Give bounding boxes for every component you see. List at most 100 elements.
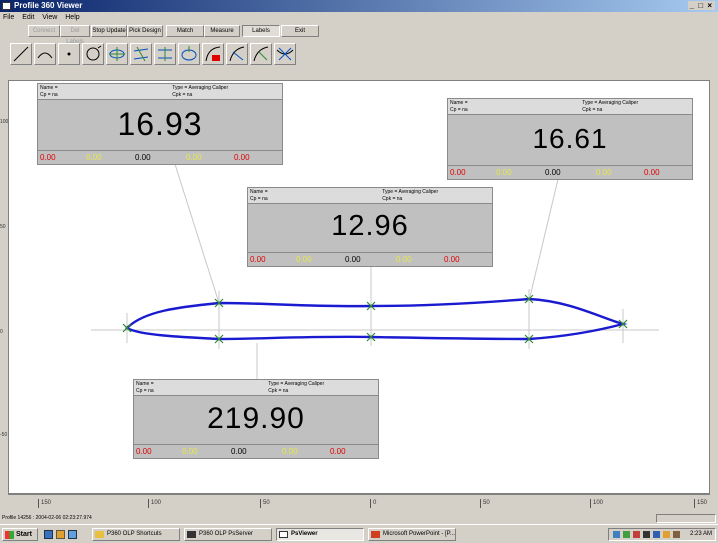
x-tick-label: 150 xyxy=(38,499,51,508)
arc-tool-icon[interactable] xyxy=(34,43,56,65)
server-icon xyxy=(187,531,196,538)
connect-button[interactable]: Connect xyxy=(28,25,60,37)
measurement-value: 16.93 xyxy=(117,106,203,142)
stat-value: 0.00 xyxy=(330,447,346,456)
network-icon[interactable] xyxy=(613,531,620,538)
y-tick-label: 50 xyxy=(0,224,6,230)
menu-view[interactable]: View xyxy=(42,14,57,21)
system-tray: 2:23 AM xyxy=(608,528,716,541)
taskbar-item[interactable]: PsViewer xyxy=(276,528,364,541)
menu-file[interactable]: File xyxy=(3,14,14,21)
status-panel xyxy=(656,514,716,523)
label-name: Name = xyxy=(250,189,268,195)
explorer-icon[interactable] xyxy=(68,530,77,539)
hole-tool-icon[interactable] xyxy=(106,43,128,65)
labels-button[interactable]: Labels xyxy=(242,25,280,37)
command-button-bar: Connect Del Labels Stop Update Pick Desi… xyxy=(0,24,718,45)
label-name: Name = xyxy=(450,100,468,106)
label-name: Name = xyxy=(136,381,154,387)
stat-value: 0.00 xyxy=(182,447,198,456)
exit-button[interactable]: Exit xyxy=(281,25,319,37)
taskbar-item-label: P360 OLP PsServer xyxy=(199,531,253,537)
point-tool-icon[interactable] xyxy=(58,43,80,65)
measurement-label-3[interactable]: Name = Cp = na Type = Averaging Caliper Cp… xyxy=(247,187,493,267)
windows-taskbar: Start P360 OLP Shortcuts P360 OLP PsServ… xyxy=(0,524,718,543)
stat-value: 0.00 xyxy=(596,168,612,177)
stat-value: 0.00 xyxy=(396,255,412,264)
label-cp: Cp = na xyxy=(136,388,154,394)
radius-tool-icon[interactable] xyxy=(250,43,272,65)
label-type: Type = Averaging Caliper xyxy=(172,85,229,91)
y-tick-label: 0 xyxy=(0,329,3,335)
horizontal-ruler: 150 100 50 0 50 100 150 xyxy=(8,494,710,510)
stat-value: 0.00 xyxy=(345,255,361,264)
measurement-stats: 0.00 0.00 0.00 0.00 0.00 xyxy=(134,444,378,458)
offset-arc-tool-icon[interactable] xyxy=(202,43,224,65)
folder-icon xyxy=(95,531,104,538)
taskbar-item[interactable]: P360 OLP Shortcuts xyxy=(92,528,180,541)
start-button[interactable]: Start xyxy=(2,528,38,541)
display-icon[interactable] xyxy=(643,531,650,538)
caliper-tool-icon[interactable] xyxy=(274,43,296,65)
stat-value: 0.00 xyxy=(135,153,151,162)
profile-viewer-window: Profile 360 Viewer _ □ × File Edit View … xyxy=(0,0,718,543)
stat-value: 0.00 xyxy=(86,153,102,162)
stat-value: 0.00 xyxy=(40,153,56,162)
menu-edit[interactable]: Edit xyxy=(22,14,34,21)
label-cp: Cp = na xyxy=(40,92,58,98)
app-icon xyxy=(2,2,11,10)
tray-app-icon[interactable] xyxy=(673,531,680,538)
stat-value: 0.00 xyxy=(282,447,298,456)
pick-design-button[interactable]: Pick Design xyxy=(127,25,163,37)
title-bar: Profile 360 Viewer _ □ × xyxy=(0,0,718,12)
windows-logo-icon xyxy=(5,531,14,539)
clock[interactable]: 2:23 AM xyxy=(690,531,712,537)
stat-value: 0.00 xyxy=(186,153,202,162)
window-controls[interactable]: _ □ × xyxy=(687,1,715,10)
taskbar-item-label: PsViewer xyxy=(291,531,318,537)
taskbar-item[interactable]: P360 OLP PsServer xyxy=(184,528,272,541)
measurement-label-4[interactable]: Name = Cp = na Type = Averaging Caliper Cp… xyxy=(133,379,379,459)
stat-value: 0.00 xyxy=(231,447,247,456)
circle-tool-icon[interactable] xyxy=(82,43,104,65)
stat-value: 0.00 xyxy=(234,153,250,162)
label-cpk: Cpk = na xyxy=(382,196,403,202)
taskbar-item-label: P360 OLP Shortcuts xyxy=(107,531,162,537)
volume-icon[interactable] xyxy=(663,531,670,538)
ellipse-tool-icon[interactable] xyxy=(178,43,200,65)
leader-line xyxy=(528,174,560,302)
stat-value: 0.00 xyxy=(250,255,266,264)
antivirus-icon[interactable] xyxy=(623,531,630,538)
angle-tool-icon[interactable] xyxy=(226,43,248,65)
measure-button[interactable]: Measure xyxy=(204,25,240,37)
label-cp: Cp = na xyxy=(450,107,468,113)
line-tool-icon[interactable] xyxy=(10,43,32,65)
measurement-label-2[interactable]: Name = Cp = na Type = Averaging Caliper Cp… xyxy=(447,98,693,180)
del-labels-button[interactable]: Del Labels xyxy=(60,25,90,45)
parallel-tool-icon[interactable] xyxy=(130,43,152,65)
y-tick-label: -50 xyxy=(0,432,8,438)
stat-value: 0.00 xyxy=(496,168,512,177)
taskbar-item[interactable]: Microsoft PowerPoint - [P... xyxy=(368,528,456,541)
profile-canvas[interactable]: Name = Cp = na Type = Averaging Caliper Cp… xyxy=(8,80,710,494)
x-tick-label: 50 xyxy=(480,499,490,508)
desktop-icon[interactable] xyxy=(44,530,53,539)
shield-icon[interactable] xyxy=(653,531,660,538)
vertical-ruler: 100 50 0 -50 xyxy=(0,80,8,494)
menu-help[interactable]: Help xyxy=(65,14,79,21)
distance-tool-icon[interactable] xyxy=(154,43,176,65)
taskbar-item-label: Microsoft PowerPoint - [P... xyxy=(383,531,455,537)
stop-update-button[interactable]: Stop Update xyxy=(91,25,127,37)
powerpoint-icon xyxy=(371,531,380,538)
tray-app-icon[interactable] xyxy=(633,531,640,538)
measurement-stats: 0.00 0.00 0.00 0.00 0.00 xyxy=(248,252,492,266)
x-tick-label: 150 xyxy=(694,499,707,508)
stat-value: 0.00 xyxy=(450,168,466,177)
match-button[interactable]: Match xyxy=(166,25,204,37)
measurement-label-1[interactable]: Name = Cp = na Type = Averaging Caliper Cp… xyxy=(37,83,283,165)
browser-icon[interactable] xyxy=(56,530,65,539)
x-tick-label: 50 xyxy=(260,499,270,508)
status-bar: Profile 14256 : 2004-02-06 02:23:27.974 xyxy=(0,514,718,523)
label-type: Type = Averaging Caliper xyxy=(382,189,439,195)
stat-value: 0.00 xyxy=(136,447,152,456)
